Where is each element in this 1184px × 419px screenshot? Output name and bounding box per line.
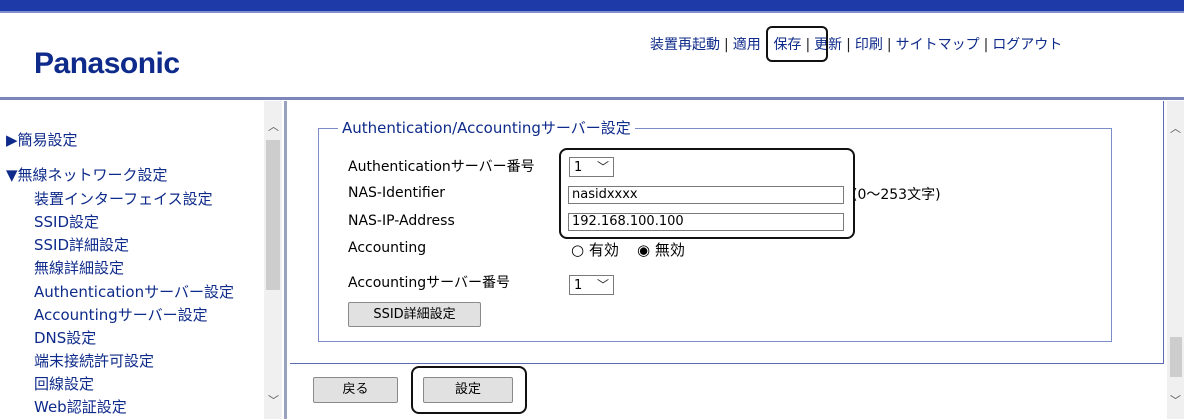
main-scroll-up-icon[interactable]: ︿ <box>1170 120 1181 136</box>
panasonic-logo: Panasonic <box>34 47 180 80</box>
accounting-label: Accounting <box>348 240 427 256</box>
nav-separator: | <box>724 37 729 53</box>
sidebar-scroll-down-icon[interactable]: ﹀ <box>268 392 279 408</box>
nav-separator: | <box>886 37 892 53</box>
acc-server-label: Accountingサーバー番号 <box>348 275 511 291</box>
accounting-disable-label: 無効 <box>654 241 685 259</box>
auth-fields-highlight-box <box>559 148 855 239</box>
accounting-enable-radio[interactable]: ○ 有効 <box>571 239 619 260</box>
sidebar-item-ssid[interactable]: SSID設定 <box>34 211 99 232</box>
logout-link[interactable]: ログアウト <box>992 37 1062 53</box>
nas-id-hint: (0〜253文字) <box>852 187 941 203</box>
sidebar-item-dns[interactable]: DNS設定 <box>34 327 96 348</box>
back-button[interactable]: 戻る <box>313 377 398 403</box>
chevron-down-icon: ﹀ <box>596 278 609 292</box>
sidebar-item-acc-server[interactable]: Accountingサーバー設定 <box>34 304 208 325</box>
auth-server-label: Authenticationサーバー番号 <box>348 159 535 175</box>
sidebar-scroll-thumb[interactable] <box>266 140 280 290</box>
content-left-border <box>284 101 287 419</box>
sidebar-nav: ▶簡易設定 ▼無線ネットワーク設定 装置インターフェイス設定 SSID設定 SS… <box>0 101 264 419</box>
sidebar-item-wireless-network[interactable]: ▼無線ネットワーク設定 <box>6 164 168 185</box>
main-scroll-down-icon[interactable]: ﹀ <box>1170 392 1181 408</box>
ssid-detail-button[interactable]: SSID詳細設定 <box>348 302 481 327</box>
sidebar-scroll-up-icon[interactable]: ︿ <box>268 118 279 134</box>
fieldset-legend: Authentication/Accountingサーバー設定 <box>338 117 635 138</box>
main-scroll-thumb[interactable] <box>1170 337 1182 377</box>
accounting-disable-radio[interactable]: ◉ 無効 <box>637 239 685 260</box>
acc-server-select[interactable]: 1 ﹀ <box>569 275 614 295</box>
sidebar-item-line[interactable]: 回線設定 <box>34 373 94 394</box>
sidebar-item-ssid-detail[interactable]: SSID詳細設定 <box>34 234 129 255</box>
sidebar-item-web-auth[interactable]: Web認証設定 <box>34 396 127 417</box>
nav-separator: | <box>846 37 851 53</box>
apply-link[interactable]: 適用 <box>733 37 761 53</box>
apply-highlight-box <box>766 26 828 62</box>
nas-id-label: NAS-Identifier <box>348 185 446 201</box>
top-navigation: 装置再起動 | 適用 | 保存 | 更新 | 印刷 | サイトマップ | ログアウト <box>650 34 1062 54</box>
print-link[interactable]: 印刷 <box>855 37 883 53</box>
sidebar-item-interface[interactable]: 装置インターフェイス設定 <box>34 188 213 209</box>
restart-link[interactable]: 装置再起動 <box>650 37 720 53</box>
sitemap-link[interactable]: サイトマップ <box>896 37 980 53</box>
sidebar-item-client-permit[interactable]: 端末接続許可設定 <box>34 350 154 371</box>
sidebar-item-easy-setup[interactable]: ▶簡易設定 <box>6 129 78 150</box>
submit-highlight-box <box>411 366 527 414</box>
nav-separator: | <box>983 37 989 53</box>
sidebar-item-wireless-detail[interactable]: 無線詳細設定 <box>34 257 124 278</box>
sidebar-item-auth-server[interactable]: Authenticationサーバー設定 <box>34 281 234 302</box>
header-divider <box>0 97 1184 100</box>
accounting-enable-label: 有効 <box>588 241 619 259</box>
nas-ip-label: NAS-IP-Address <box>348 213 455 229</box>
top-banner <box>0 0 1184 13</box>
